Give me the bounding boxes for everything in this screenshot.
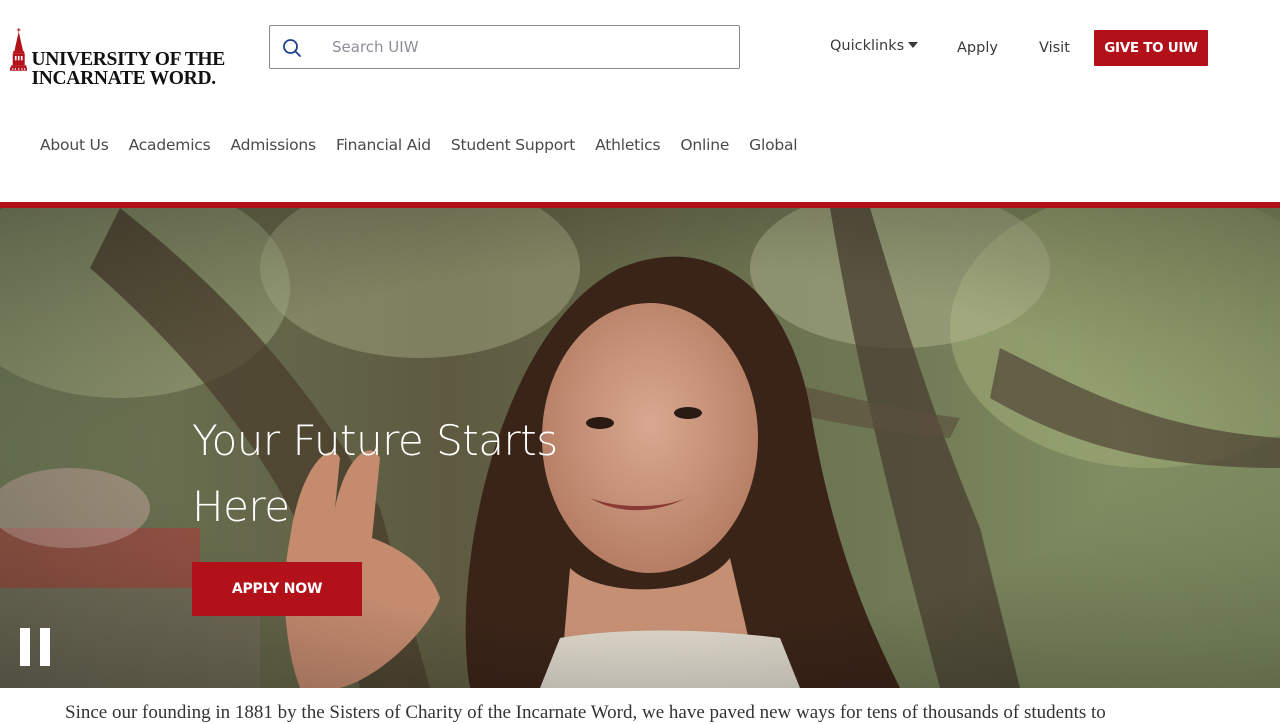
nav-admissions[interactable]: Admissions: [231, 136, 317, 154]
tower-logo-icon: [10, 28, 28, 71]
nav-financial-aid[interactable]: Financial Aid: [336, 136, 431, 154]
nav-online[interactable]: Online: [680, 136, 729, 154]
nav-athletics[interactable]: Athletics: [595, 136, 660, 154]
quicklinks-label: Quicklinks: [830, 38, 905, 54]
apply-link[interactable]: Apply: [957, 40, 998, 56]
search-box: [269, 25, 740, 69]
hero-banner: Your Future Starts Here APPLY NOW: [0, 208, 1280, 688]
apply-now-button[interactable]: APPLY NOW: [192, 562, 362, 616]
hero-title: Your Future Starts Here: [192, 416, 558, 531]
search-icon[interactable]: [282, 38, 302, 58]
nav-academics[interactable]: Academics: [129, 136, 211, 154]
quicklinks-dropdown[interactable]: Quicklinks: [830, 38, 919, 54]
logo-line-1: UNIVERSITY OF THE: [31, 49, 225, 70]
nav-about-us[interactable]: About Us: [40, 136, 109, 154]
give-button[interactable]: GIVE TO UIW: [1094, 30, 1208, 66]
search-input[interactable]: [332, 26, 722, 68]
visit-link[interactable]: Visit: [1039, 40, 1070, 56]
intro-paragraph: Since our founding in 1881 by the Sister…: [65, 702, 1106, 723]
nav-global[interactable]: Global: [749, 136, 797, 154]
caret-down-icon: [908, 42, 919, 48]
pause-icon[interactable]: [20, 628, 50, 666]
university-logo[interactable]: UNIVERSITY OF THE INCARNATE WORD.: [10, 8, 225, 90]
nav-student-support[interactable]: Student Support: [451, 136, 575, 154]
logo-line-2: INCARNATE WORD.: [31, 68, 216, 89]
main-navigation: About Us Academics Admissions Financial …: [40, 136, 817, 154]
logo-wordmark: UNIVERSITY OF THE INCARNATE WORD.: [31, 49, 225, 89]
